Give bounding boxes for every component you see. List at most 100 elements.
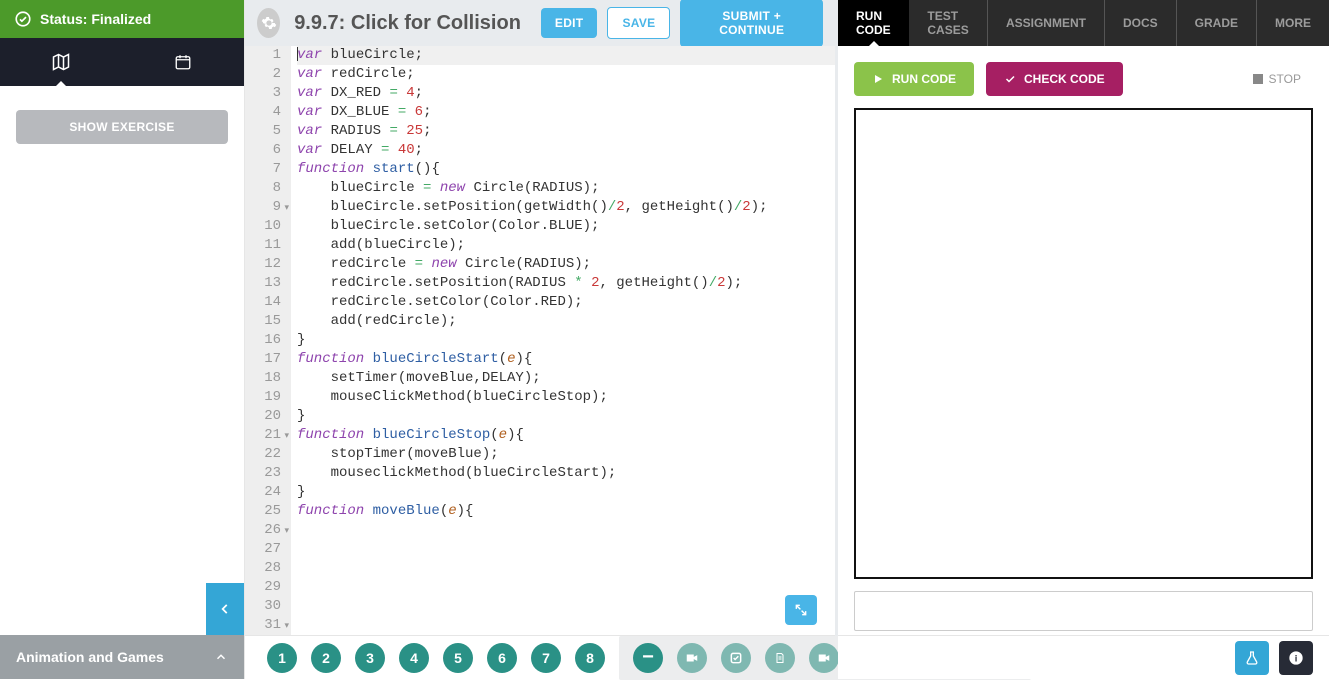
lesson-nav-5[interactable]: 5 [443, 643, 473, 673]
line-number: 17 [259, 350, 281, 369]
right-tab-more[interactable]: MORE [1257, 0, 1329, 46]
line-number: 22 [259, 445, 281, 464]
map-icon [51, 52, 71, 72]
fullscreen-button[interactable] [785, 595, 817, 625]
right-tab-docs[interactable]: DOCS [1105, 0, 1177, 46]
lab-button[interactable] [1235, 641, 1269, 675]
code-editor[interactable]: 1234567891011121314151617181920212223242… [245, 46, 835, 635]
line-number: 25 [259, 502, 281, 521]
check-code-button[interactable]: CHECK CODE [986, 62, 1123, 96]
line-number: 8 [259, 179, 281, 198]
code-line[interactable]: redCircle.setColor(Color.RED); [297, 293, 835, 312]
lesson-nav-1[interactable]: 1 [267, 643, 297, 673]
editor-header: 9.9.7: Click for Collision EDIT SAVE SUB… [245, 0, 835, 46]
show-exercise-button[interactable]: SHOW EXERCISE [16, 110, 228, 144]
lesson-nav-3[interactable]: 3 [355, 643, 385, 673]
code-lines[interactable]: var blueCircle;var redCircle;var DX_RED … [291, 46, 835, 635]
code-line[interactable]: } [297, 483, 835, 502]
output-canvas[interactable] [854, 108, 1313, 579]
line-number: 26 [259, 521, 281, 540]
edit-button[interactable]: EDIT [541, 8, 598, 38]
stop-icon [1253, 74, 1263, 84]
line-number: 29 [259, 578, 281, 597]
lesson-item-doc-1[interactable] [765, 643, 795, 673]
lesson-item-video-2[interactable] [809, 643, 839, 673]
sidebar-tab-calendar[interactable] [122, 38, 244, 86]
line-number: 28 [259, 559, 281, 578]
code-line[interactable]: stopTimer(moveBlue); [297, 445, 835, 464]
code-line[interactable]: var DX_RED = 4; [297, 84, 835, 103]
calendar-icon [174, 53, 192, 71]
code-line[interactable]: blueCircle = new Circle(RADIUS); [297, 179, 835, 198]
code-line[interactable]: } [297, 407, 835, 426]
collapse-sidebar-button[interactable] [206, 583, 244, 635]
submit-continue-button[interactable]: SUBMIT + CONTINUE [680, 0, 823, 47]
info-button[interactable]: i [1279, 641, 1313, 675]
sidebar-tab-map[interactable] [0, 38, 122, 86]
lesson-nav-4[interactable]: 4 [399, 643, 429, 673]
module-footer[interactable]: Animation and Games [0, 635, 244, 679]
line-number: 5 [259, 122, 281, 141]
right-pane: RUN CODETEST CASESASSIGNMENTDOCSGRADEMOR… [838, 0, 1329, 679]
code-line[interactable]: function blueCircleStart(e){ [297, 350, 835, 369]
play-icon [872, 73, 884, 85]
video-icon [685, 651, 699, 665]
line-number: 10 [259, 217, 281, 236]
line-number: 19 [259, 388, 281, 407]
code-line[interactable]: add(blueCircle); [297, 236, 835, 255]
lesson-item-minus[interactable]: − [633, 643, 663, 673]
code-line[interactable]: var DX_BLUE = 6; [297, 103, 835, 122]
right-tab-assignment[interactable]: ASSIGNMENT [988, 0, 1105, 46]
line-gutter: 1234567891011121314151617181920212223242… [245, 46, 291, 635]
code-line[interactable]: add(redCircle); [297, 312, 835, 331]
stop-button[interactable]: STOP [1253, 72, 1301, 86]
sidebar: Status: Finalized SHOW EXERCISE Animatio… [0, 0, 245, 679]
settings-button[interactable] [257, 8, 280, 38]
line-number: 20 [259, 407, 281, 426]
line-number: 14 [259, 293, 281, 312]
line-number: 30 [259, 597, 281, 616]
code-line[interactable]: } [297, 331, 835, 350]
chevron-up-icon [214, 650, 228, 664]
code-line[interactable]: blueCircle.setColor(Color.BLUE); [297, 217, 835, 236]
console-output[interactable] [854, 591, 1313, 631]
code-line[interactable]: function moveBlue(e){ [297, 502, 835, 521]
right-tab-grade[interactable]: GRADE [1177, 0, 1257, 46]
code-line[interactable]: var DELAY = 40; [297, 141, 835, 160]
line-number: 3 [259, 84, 281, 103]
code-line[interactable]: var redCircle; [297, 65, 835, 84]
code-line[interactable]: function start(){ [297, 160, 835, 179]
status-bar: Status: Finalized [0, 0, 244, 38]
line-number: 11 [259, 236, 281, 255]
right-tab-run-code[interactable]: RUN CODE [838, 0, 909, 46]
code-line[interactable]: mouseClickMethod(blueCircleStop); [297, 388, 835, 407]
lesson-nav-8[interactable]: 8 [575, 643, 605, 673]
line-number: 2 [259, 65, 281, 84]
code-line[interactable]: blueCircle.setPosition(getWidth()/2, get… [297, 198, 835, 217]
line-number: 1 [259, 46, 281, 65]
video-icon [817, 651, 831, 665]
lesson-nav-7[interactable]: 7 [531, 643, 561, 673]
line-number: 13 [259, 274, 281, 293]
code-line[interactable]: var blueCircle; [297, 46, 835, 65]
code-line[interactable]: mouseclickMethod(blueCircleStart); [297, 464, 835, 483]
code-line[interactable]: function blueCircleStop(e){ [297, 426, 835, 445]
checklist-icon [729, 651, 743, 665]
run-code-button[interactable]: RUN CODE [854, 62, 974, 96]
save-button[interactable]: SAVE [607, 7, 670, 39]
expand-icon [794, 603, 808, 617]
code-line[interactable]: redCircle = new Circle(RADIUS); [297, 255, 835, 274]
right-footer: i [838, 635, 1329, 679]
module-title: Animation and Games [16, 649, 164, 665]
svg-text:i: i [1295, 653, 1298, 663]
line-number: 15 [259, 312, 281, 331]
code-line[interactable]: setTimer(moveBlue,DELAY); [297, 369, 835, 388]
code-line[interactable]: redCircle.setPosition(RADIUS * 2, getHei… [297, 274, 835, 293]
right-tab-test-cases[interactable]: TEST CASES [909, 0, 988, 46]
lesson-item-check-1[interactable] [721, 643, 751, 673]
lesson-nav-2[interactable]: 2 [311, 643, 341, 673]
check-circle-icon [14, 10, 32, 28]
lesson-nav-6[interactable]: 6 [487, 643, 517, 673]
code-line[interactable]: var RADIUS = 25; [297, 122, 835, 141]
lesson-item-video-1[interactable] [677, 643, 707, 673]
